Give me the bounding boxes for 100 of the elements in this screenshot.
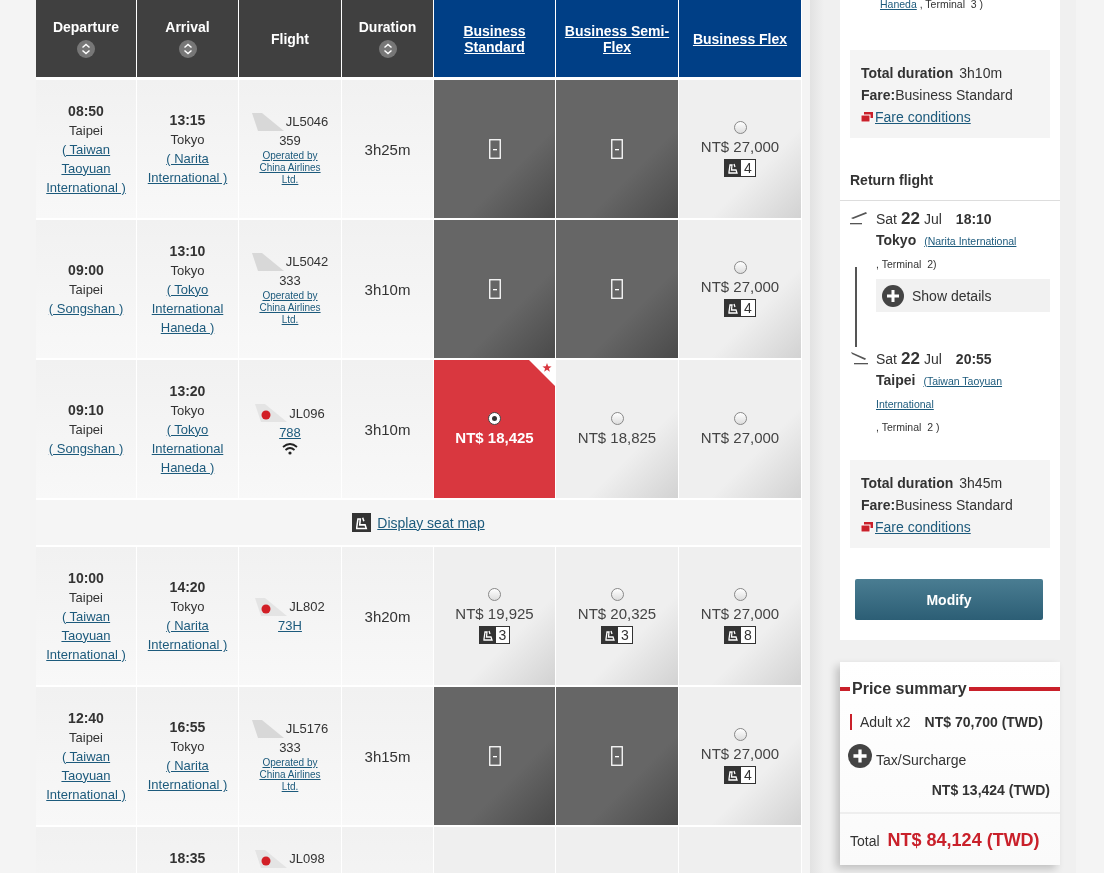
fare-label: Fare: [861,86,896,105]
aircraft-link[interactable]: 73H [278,616,302,635]
airport-link[interactable]: (Narita International [924,235,1017,247]
radio-button[interactable] [488,411,501,425]
time-text: 18:35 [169,849,206,868]
duration-value: 3h10m [959,64,1003,83]
fare-price: NT$ 27,000 [700,744,780,763]
airport-link[interactable]: ( Narita International ) [145,616,230,654]
seat-icon [725,160,742,176]
fare-price: NT$ 19,925 [455,604,534,623]
aircraft-link[interactable]: 788 [279,422,301,442]
fare-option[interactable]: NT$ 27,000 8 [679,547,801,685]
column-title: Duration [358,18,417,35]
fare-price: NT$ 18,425 [455,427,534,447]
time-text: 20:55 [955,351,992,367]
airport-link[interactable]: ( Taiwan Taoyuan International ) [43,606,129,664]
time-text: 18:10 [955,211,992,227]
sort-icon [377,38,398,59]
fare-price: NT$ 27,000 [700,604,780,623]
fare-option[interactable]: NT$ 20,325 3 [556,547,678,685]
time-text: 13:20 [169,381,206,401]
month-text: Jul [923,211,942,227]
time-text: 16:55 [169,718,206,737]
fare-option[interactable]: NT$ 18,825 [556,360,678,498]
airport-link[interactable]: ( Narita International ) [145,756,230,794]
operator-link[interactable]: Operated by China Airlines Ltd. [252,290,328,326]
fare-conditions-link[interactable]: Fare conditions [875,106,971,128]
airport-link[interactable]: Haneda [880,0,917,10]
airport-link[interactable]: ( Songshan ) [43,298,129,318]
flight-number: JL802 [289,598,325,616]
terminal-text: , Terminal 2) [876,258,937,270]
airport-link[interactable]: ( Tokyo International Haneda ) [145,279,230,337]
radio-button[interactable] [733,588,747,601]
city-text: Tokyo [170,401,205,420]
plus-icon [848,744,872,768]
flight-number: JL5176 [285,720,329,738]
time-text: 13:10 [169,241,206,261]
modify-button[interactable]: Modify [855,579,1043,620]
airport-link[interactable]: ( Taiwan Taoyuan International ) [43,746,129,804]
fare-line-label: Adult x2 [850,714,911,730]
time-text: 08:50 [68,101,104,121]
city-text: Tokyo [876,232,917,248]
seat-icon [725,627,742,643]
seats-left-badge: 3 [478,626,511,644]
fare-column-link[interactable]: Business Semi-Flex [556,22,678,55]
time-text: 10:00 [68,568,104,588]
duration-text: 3h20m [364,607,411,626]
tax-label: Tax/Surcharge [876,752,967,768]
airport-link[interactable]: ( Taiwan Taoyuan International ) [43,139,129,197]
airport-link[interactable]: International [876,398,934,410]
city-text: Tokyo [170,598,205,616]
sort-icon [177,38,198,59]
seats-left-badge: 8 [724,626,756,644]
seat-icon [725,767,742,783]
fare-name: Business Standard [895,86,1013,105]
radio-button[interactable] [733,261,747,274]
fare-column-link[interactable]: Business Flex [684,30,796,47]
airport-link[interactable]: (Taiwan Taoyuan [923,375,1003,387]
seat-icon [725,300,742,316]
fare-option[interactable]: NT$ 27,000 4 [679,80,801,218]
airport-link[interactable]: ( Narita International ) [145,149,230,187]
time-text: 14:20 [169,578,206,597]
radio-button[interactable] [733,728,747,741]
takeoff-icon [850,209,868,225]
radio-button[interactable] [488,588,501,601]
city-text: Taipei [69,280,103,299]
airport-link[interactable]: ( Tokyo International Haneda ) [145,419,230,477]
radio-button[interactable] [733,411,747,425]
column-title: Flight [270,30,310,47]
operator-link[interactable]: Operated by China Airlines Ltd. [252,150,328,186]
fare-price: NT$ 20,325 [577,604,657,623]
seats-left-badge: 4 [724,159,756,177]
fare-option[interactable]: NT$ 27,000 [679,360,801,498]
duration-text: 3h10m [364,280,411,299]
fare-label: Fare: [861,496,896,515]
duration-text: 3h25m [364,140,411,159]
fare-option[interactable]: NT$ 27,000 4 [679,687,801,825]
duration-label: Total duration [861,64,954,83]
fare-option[interactable]: NT$ 19,925 3 [434,547,555,685]
radio-button[interactable] [610,411,624,425]
radio-button[interactable] [610,588,624,601]
seat-map-link[interactable]: Display seat map [377,514,485,531]
wifi-icon [282,441,298,455]
popup-window-icon [861,112,873,122]
city-text: Taipei [69,588,103,607]
fare-conditions-link[interactable]: Fare conditions [875,516,971,538]
show-details-button[interactable]: Show details [876,279,1050,312]
city-text: Taipei [876,372,916,388]
operator-link[interactable]: Operated by China Airlines Ltd. [252,757,328,793]
seat-icon [602,627,619,643]
unavailable-icon [611,746,623,766]
radio-button[interactable] [733,121,747,134]
fare-option[interactable]: NT$ 18,425 [434,360,555,498]
fare-column-link[interactable]: Business Standard [434,22,555,55]
flight-number: JL098 [289,850,325,868]
fare-amount: NT$ 70,700 (TWD) [924,714,1043,730]
card-title: Price summary [852,680,967,698]
fare-option[interactable]: NT$ 27,000 4 [679,220,801,358]
seat-icon [352,513,372,532]
airport-link[interactable]: ( Songshan ) [43,438,129,458]
